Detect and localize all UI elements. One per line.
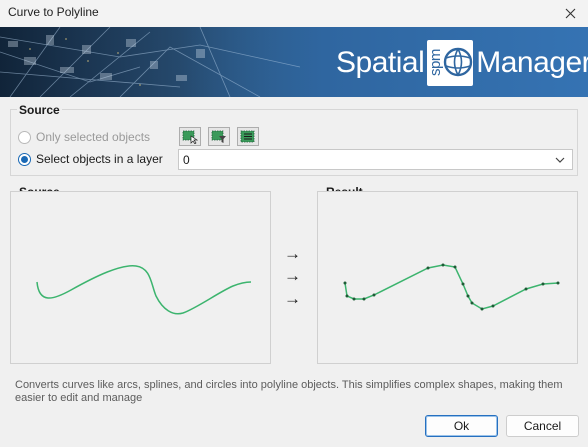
select-all-icon (240, 130, 255, 142)
source-preview-panel (10, 191, 271, 364)
brand-banner: Spatial spm Manager (0, 27, 588, 97)
brand-text-manager: Manager (476, 46, 588, 79)
select-objects-in-layer-label: Select objects in a layer (36, 152, 163, 166)
select-all-button[interactable] (237, 127, 259, 146)
window-title: Curve to Polyline (8, 5, 99, 19)
cancel-button[interactable]: Cancel (506, 415, 579, 437)
description-text: Converts curves like arcs, splines, and … (15, 379, 563, 404)
select-objects-in-layer-radio[interactable] (18, 152, 31, 166)
close-button[interactable] (552, 0, 588, 27)
spm-logo-icon: spm (427, 40, 474, 86)
title-bar: Curve to Polyline (0, 0, 588, 27)
close-icon (565, 8, 575, 19)
city-map-image (0, 27, 300, 97)
layer-select[interactable]: 0 (178, 149, 573, 170)
layer-select-value: 0 (183, 152, 190, 167)
select-filter-button[interactable] (208, 127, 230, 146)
only-selected-objects-radio[interactable] (18, 130, 31, 144)
select-objects-icon (182, 130, 198, 144)
brand-text-spatial: Spatial (336, 46, 425, 79)
arrow-2: → (284, 266, 301, 285)
source-group-label: Source (17, 103, 62, 117)
brand-logo-text: spm (427, 49, 444, 76)
only-selected-objects-option[interactable]: Only selected objects (18, 130, 150, 144)
brand-logo: Spatial spm Manager (336, 38, 588, 88)
only-selected-objects-label: Only selected objects (36, 130, 151, 144)
select-objects-button[interactable] (179, 127, 201, 146)
result-preview-panel (317, 191, 578, 364)
arrow-1: → (284, 244, 301, 263)
arrow-3: → (284, 289, 301, 308)
select-objects-in-layer-option[interactable]: Select objects in a layer (18, 152, 163, 166)
chevron-down-icon (555, 157, 565, 163)
source-curve-image (36, 265, 252, 315)
result-polyline-image (343, 263, 560, 311)
select-filter-icon (211, 130, 226, 143)
ok-button[interactable]: Ok (425, 415, 498, 437)
